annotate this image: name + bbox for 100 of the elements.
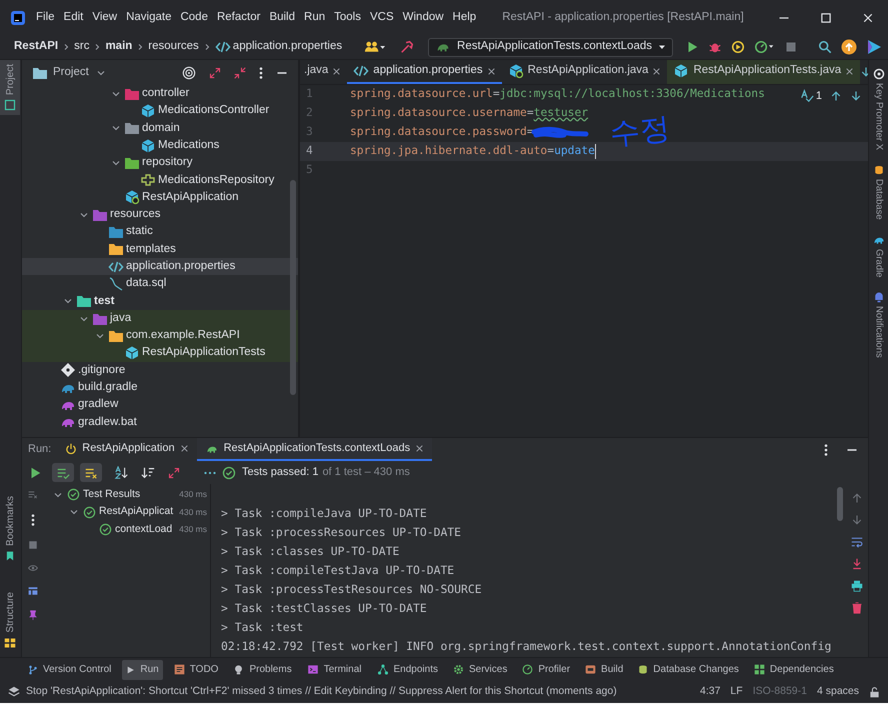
tool-window-tab[interactable]: Database	[871, 164, 886, 220]
tree-item[interactable]: MedicationsController	[22, 102, 298, 120]
tool-window-button[interactable]: Problems	[229, 660, 296, 680]
test-tree-item[interactable]: Test Results 430 ms	[44, 486, 210, 504]
tree-item[interactable]: test	[22, 292, 298, 310]
menu-item[interactable]: Edit	[64, 8, 84, 26]
expand-icon[interactable]	[209, 66, 221, 78]
tool-window-button[interactable]: Dependencies	[750, 660, 838, 680]
breadcrumb[interactable]: RestAPI	[14, 38, 58, 56]
tool-window-tab[interactable]: Key Promoter X	[871, 68, 886, 150]
maximize-icon[interactable]	[820, 12, 832, 24]
line-separator[interactable]: LF	[730, 684, 743, 700]
menu-item[interactable]: File	[36, 8, 55, 26]
tool-window-button[interactable]: Build	[581, 660, 628, 680]
menu-item[interactable]: Refactor	[216, 8, 260, 26]
lock-icon[interactable]	[869, 686, 880, 698]
sort-alpha-icon[interactable]	[114, 466, 130, 480]
test-tree-item[interactable]: contextLoad 430 ms	[44, 521, 210, 538]
gauge-icon[interactable]	[754, 40, 776, 54]
tree-item[interactable]: MedicationsRepository	[22, 171, 298, 189]
tool-window-tab[interactable]: Structure	[0, 588, 20, 653]
breadcrumb[interactable]: main	[105, 38, 132, 56]
scroll-end-icon[interactable]	[850, 558, 862, 570]
print-icon[interactable]	[850, 580, 862, 592]
editor-tab[interactable]: application.properties	[347, 60, 502, 84]
tree-item[interactable]: templates	[22, 240, 298, 258]
breadcrumb[interactable]: application.properties	[232, 38, 342, 56]
close-icon[interactable]	[332, 66, 342, 76]
run-config-dropdown[interactable]: RestApiApplicationTests.contextLoads	[428, 38, 673, 56]
tool-window-button[interactable]: Endpoints	[372, 660, 442, 680]
arrow-down-icon[interactable]	[850, 90, 862, 102]
tool-window-tab[interactable]: Notifications	[871, 291, 886, 358]
ellipsis-icon[interactable]	[204, 470, 216, 474]
breadcrumb[interactable]: resources	[148, 38, 199, 56]
run-tab[interactable]: RestApiApplicationTests.contextLoads	[196, 438, 432, 461]
breadcrumb[interactable]: src	[74, 38, 90, 56]
menu-item[interactable]: Build	[269, 8, 296, 26]
clear-icon[interactable]	[27, 490, 39, 500]
test-tree-item[interactable]: RestApiApplicat 430 ms	[44, 504, 210, 521]
tool-window-tab[interactable]: Bookmarks	[0, 492, 20, 566]
tool-window-button[interactable]: Services	[448, 660, 512, 680]
plugin-logo-icon[interactable]	[866, 39, 882, 55]
menu-item[interactable]: Run	[304, 8, 326, 26]
more-icon[interactable]	[824, 442, 828, 456]
tool-window-button[interactable]: Terminal	[302, 660, 366, 680]
editor-tab[interactable]: RestApiApplicationTests.java	[667, 60, 860, 84]
scrollbar[interactable]	[837, 487, 843, 521]
wrap-icon[interactable]	[850, 536, 862, 548]
filter-toggle[interactable]	[52, 463, 74, 482]
menu-item[interactable]: Tools	[334, 8, 361, 26]
tree-item[interactable]: domain	[22, 120, 298, 137]
close-icon[interactable]	[415, 444, 424, 453]
tool-window-button[interactable]: Profiler	[518, 660, 574, 680]
more-icon[interactable]	[31, 513, 35, 527]
menu-item[interactable]: VCS	[370, 8, 394, 26]
layout-icon[interactable]	[27, 586, 39, 596]
stop-icon[interactable]	[28, 540, 38, 550]
tree-item[interactable]: gradlew	[22, 396, 298, 414]
menu-item[interactable]: Help	[452, 8, 476, 26]
arrow-up-icon[interactable]	[830, 90, 842, 102]
menu-item[interactable]: Navigate	[126, 8, 172, 26]
scrollbar[interactable]	[290, 180, 296, 395]
close-icon[interactable]	[180, 444, 189, 453]
more-icon[interactable]	[259, 66, 263, 80]
tree-item[interactable]: java	[22, 310, 298, 328]
update-icon[interactable]	[841, 39, 857, 55]
search-icon[interactable]	[818, 40, 832, 54]
tool-window-button[interactable]: Version Control	[24, 660, 116, 680]
eye-icon[interactable]	[27, 563, 39, 573]
tree-item[interactable]: resources	[22, 206, 298, 224]
expand-icon[interactable]	[168, 466, 180, 478]
sort-duration-icon[interactable]	[140, 466, 156, 480]
tree-item[interactable]: repository	[22, 154, 298, 172]
people-icon[interactable]	[364, 40, 386, 54]
close-icon[interactable]	[486, 66, 496, 76]
tree-item[interactable]: controller	[22, 85, 298, 102]
tree-item[interactable]: static	[22, 223, 298, 241]
close-icon[interactable]	[845, 66, 854, 76]
inspection-widget[interactable]: 1	[800, 88, 822, 104]
editor-tab[interactable]: .java	[300, 60, 348, 84]
indent-setting[interactable]: 4 spaces	[816, 684, 859, 700]
target-icon[interactable]	[182, 66, 196, 80]
stop-icon[interactable]	[785, 41, 797, 53]
tree-item[interactable]: RestApiApplication	[22, 188, 298, 206]
tree-item[interactable]: .gitignore	[22, 362, 298, 380]
hammer-icon[interactable]	[400, 40, 414, 54]
tool-window-tab[interactable]: Project	[0, 60, 20, 116]
menu-item[interactable]: Window	[402, 8, 444, 26]
tool-window-button[interactable]: TODO	[170, 660, 222, 680]
pin-icon[interactable]	[28, 609, 38, 621]
tree-item[interactable]: data.sql	[22, 275, 298, 293]
tree-item[interactable]: RestApiApplicationTests	[22, 344, 298, 362]
coverage-icon[interactable]	[731, 40, 745, 54]
tool-window-button[interactable]: Run	[122, 660, 163, 680]
tree-item[interactable]: application.properties	[22, 258, 298, 276]
menu-item[interactable]: View	[92, 8, 118, 26]
panel-title[interactable]: Project	[53, 64, 89, 82]
tool-window-button[interactable]: Database Changes	[634, 660, 743, 680]
close-icon[interactable]	[652, 66, 662, 76]
arrow-up-icon[interactable]	[850, 492, 862, 504]
